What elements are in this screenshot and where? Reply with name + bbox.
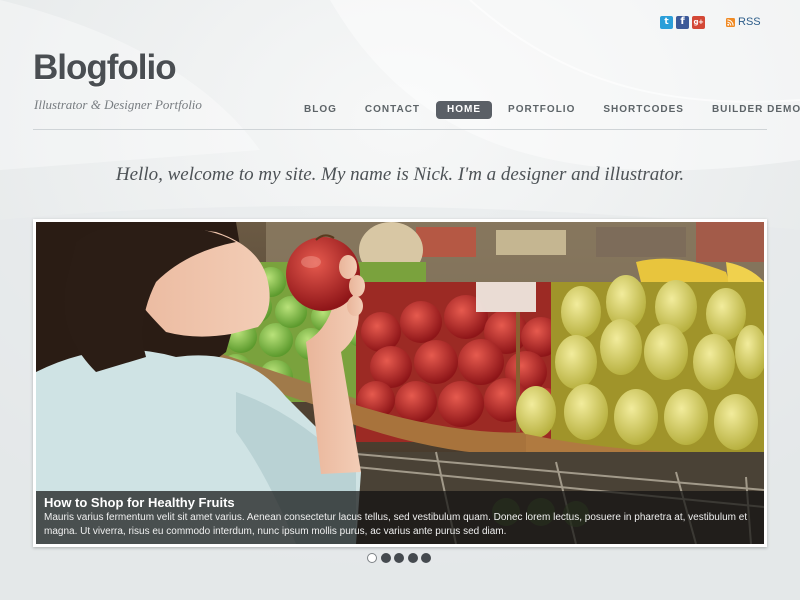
site-tagline: Illustrator & Designer Portfolio bbox=[34, 97, 202, 112]
image-slider[interactable]: How to Shop for Healthy Fruits Mauris va… bbox=[33, 219, 767, 547]
slider-pagination bbox=[367, 553, 435, 563]
slider-dot-1[interactable] bbox=[367, 553, 377, 563]
caption-title[interactable]: How to Shop for Healthy Fruits bbox=[44, 495, 756, 511]
nav-item-home[interactable]: HOME bbox=[436, 101, 493, 119]
facebook-icon[interactable]: f bbox=[676, 15, 689, 29]
welcome-message: Hello, welcome to my site. My name is Ni… bbox=[115, 164, 685, 185]
nav-item-builder-demos[interactable]: BUILDER DEMOS bbox=[698, 101, 800, 119]
twitter-icon[interactable]: t bbox=[660, 15, 673, 29]
nav-item-blog[interactable]: BLOG bbox=[290, 101, 351, 119]
slide-caption: How to Shop for Healthy Fruits Mauris va… bbox=[36, 491, 764, 544]
rss-icon bbox=[726, 17, 735, 27]
slider-dot-2[interactable] bbox=[380, 553, 391, 563]
slider-dot-4[interactable] bbox=[407, 553, 418, 563]
main-nav: BLOG CONTACT HOME PORTFOLIO SHORTCODES B… bbox=[290, 101, 800, 119]
slider-dot-3[interactable] bbox=[394, 553, 404, 563]
rss-label: RSS bbox=[738, 16, 761, 28]
header-divider bbox=[33, 129, 767, 130]
slider-dot-5[interactable] bbox=[421, 553, 431, 563]
nav-item-shortcodes[interactable]: SHORTCODES bbox=[589, 101, 698, 119]
google-plus-icon[interactable]: g+ bbox=[692, 15, 705, 29]
social-bar: t f g+ RSS bbox=[660, 14, 761, 30]
nav-item-portfolio[interactable]: PORTFOLIO bbox=[494, 101, 589, 119]
site-logo[interactable]: Blogfolio bbox=[33, 48, 177, 88]
nav-item-contact[interactable]: CONTACT bbox=[351, 101, 434, 119]
rss-link[interactable]: RSS bbox=[726, 16, 761, 28]
caption-text: Mauris varius fermentum velit sit amet v… bbox=[44, 512, 748, 537]
